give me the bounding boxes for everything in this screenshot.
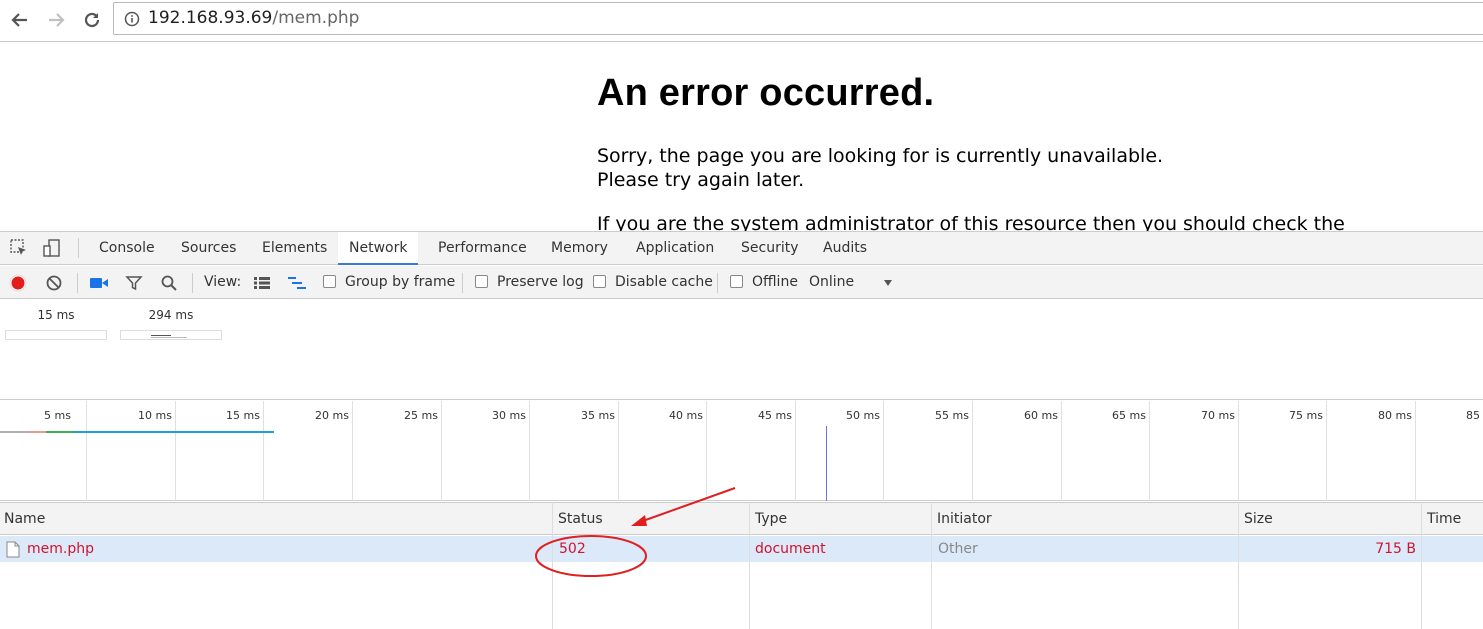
- annotation-arrow-head: [631, 515, 647, 526]
- annotation-arrow-line: [639, 487, 736, 523]
- highlight-ellipse: [535, 535, 647, 577]
- annotation-overlay: [535, 487, 736, 577]
